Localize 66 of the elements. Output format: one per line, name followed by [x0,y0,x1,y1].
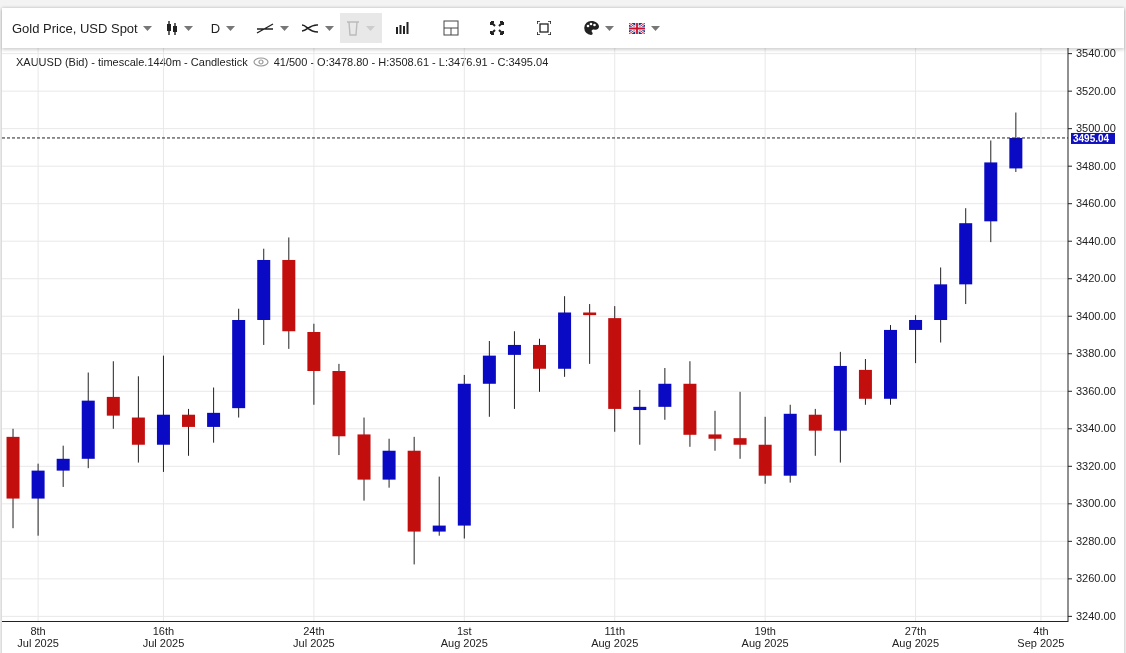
caret-icon [604,25,614,31]
candlestick-icon [165,21,178,35]
fullscreen-icon[interactable] [489,21,504,35]
date-label: 11th Aug 2025 [591,625,639,649]
caret-icon [183,25,193,31]
ohlc-values: 41/500 - O:3478.80 - H:3508.61 - L:3476.91 - C:3495.04 [273,56,549,68]
date-label: 1st Aug 2025 [440,625,488,649]
panel-layout-icon[interactable] [442,20,459,36]
caret-icon [142,25,152,31]
price-label: 3420.00 [1076,272,1116,285]
flag-icon [628,22,645,34]
trash-icon [346,20,361,36]
caret-icon [279,25,289,31]
candlestick [382,438,396,489]
candlestick [858,358,872,406]
candlestick [207,387,221,444]
price-label: 3260.00 [1076,572,1116,585]
price-label: 3520.00 [1076,84,1116,97]
eye-icon[interactable] [252,57,269,67]
caret-icon [650,25,660,31]
fit-screen-icon[interactable] [536,21,551,35]
price-label: 3480.00 [1076,159,1116,172]
caret-icon [226,25,236,31]
candlestick [583,303,597,365]
price-label: 3400.00 [1076,309,1116,322]
candlestick [533,338,546,393]
price-label: 3440.00 [1076,234,1116,247]
candlestick [708,410,722,452]
price-label: 3340.00 [1076,422,1116,435]
crossing-lines-icon [300,22,319,34]
price-label: 3240.00 [1076,609,1116,622]
candlestick [909,314,923,364]
price-label: 3500.00 [1076,122,1116,135]
date-label: 19th Aug 2025 [741,625,789,649]
last-price-tag: 3495.04 [1071,132,1115,144]
price-label: 3320.00 [1076,459,1116,472]
instrument-dropdown[interactable]: Gold Price, USD Spot [12,13,152,43]
price-label: 3540.00 [1076,48,1116,60]
price-label: 3280.00 [1076,534,1116,547]
timeframe-dropdown[interactable]: D [210,13,256,43]
line-tool-icon [255,22,274,34]
candlestick [633,389,647,446]
palette-icon [583,21,599,35]
bar-chart-icon[interactable] [395,22,410,34]
date-label: 16th Jul 2025 [142,625,185,649]
candlestick [658,367,672,421]
candlestick [808,408,822,457]
candlestick [56,445,70,488]
candlestick [758,416,772,485]
candlestick [733,391,747,460]
price-label: 3360.00 [1076,384,1116,397]
ref-line-label: 3495.04 [1073,132,1110,144]
chart-legend-title: XAUUSD (Bid) - timescale.1440m - Candlestick [16,56,248,68]
candlestick [106,360,120,430]
caret-icon [366,25,376,31]
candlestick [182,408,196,457]
price-label: 3380.00 [1076,347,1116,360]
date-label: 24th Jul 2025 [293,625,335,649]
candlestick [432,476,446,537]
date-label: 8th Jul 2025 [17,625,59,649]
date-label: 27th Aug 2025 [892,625,940,649]
caret-icon [324,25,334,31]
price-label: 3460.00 [1076,197,1116,210]
candlestick [1009,112,1023,173]
date-label: 4th Sep 2025 [1017,625,1065,649]
price-label: 3300.00 [1076,497,1116,510]
